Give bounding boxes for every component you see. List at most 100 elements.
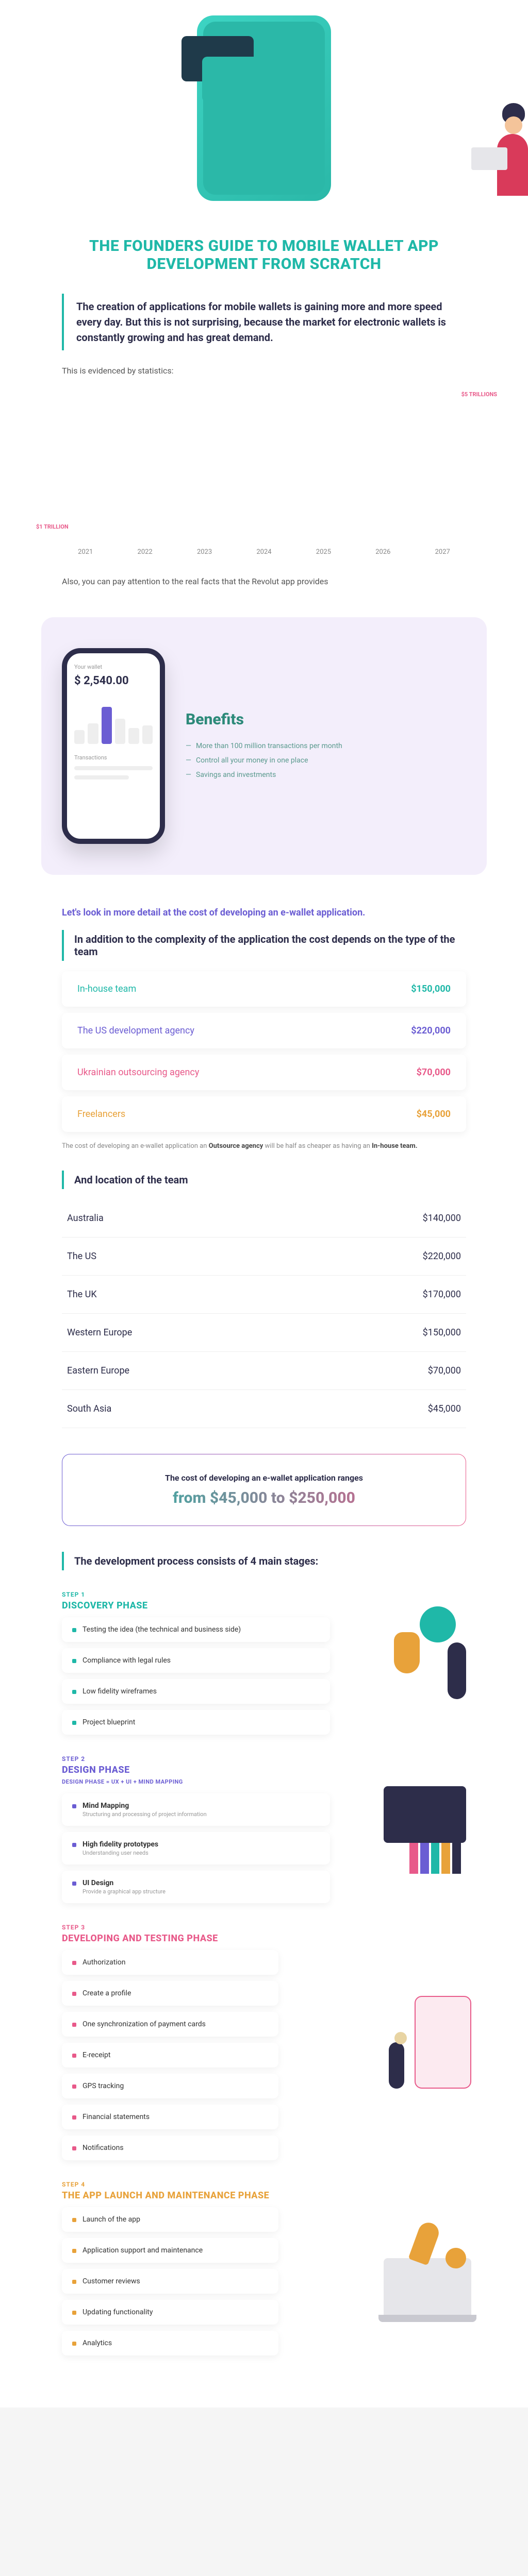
cost-label: Ukrainian outsourcing agency (77, 1067, 199, 1078)
cost-row: The US development agency $220,000 (62, 1013, 466, 1048)
intro-block: The creation of applications for mobile … (62, 294, 466, 350)
location-head: And location of the team (62, 1171, 466, 1189)
loc-row: The US $220,000 (62, 1238, 466, 1276)
stage-discovery: STEP 1 DISCOVERY PHASE Testing the idea … (62, 1591, 466, 1735)
bar-year: 2027 (435, 548, 450, 556)
cost-price: $70,000 (417, 1067, 451, 1078)
team-costs: In-house team $150,000 The US development … (0, 971, 528, 1132)
infographic-page: THE FOUNDERS GUIDE TO MOBILE WALLET APP … (0, 0, 528, 2408)
loc-label: South Asia (67, 1403, 111, 1414)
develop-illustration (342, 1996, 476, 2099)
step-item: Testing the idea (the technical and busi… (62, 1617, 330, 1642)
loc-row: South Asia $45,000 (62, 1390, 466, 1428)
step-item: Application support and maintenance (62, 2238, 278, 2263)
phone-balance: $ 2,540.00 (74, 674, 153, 687)
loc-label: Western Europe (67, 1327, 132, 1338)
step-item: Create a profile (62, 1981, 278, 2006)
loc-label: The US (67, 1251, 96, 1262)
loc-price: $220,000 (423, 1251, 461, 1262)
loc-price: $45,000 (428, 1403, 461, 1414)
stage-design: STEP 2 DESIGN PHASE DESIGN PHASE = UX + … (62, 1755, 466, 1903)
loc-price: $150,000 (423, 1327, 461, 1338)
hero-illustration (0, 0, 528, 216)
bar-year: 2023 (197, 548, 212, 556)
design-illustration (342, 1766, 476, 1869)
cost-price: $45,000 (417, 1109, 451, 1120)
step-item: Updating functionality (62, 2300, 278, 2325)
step-item: Customer reviews (62, 2269, 278, 2294)
range-line1: The cost of developing an e-wallet appli… (81, 1473, 447, 1483)
bar: 2023 (181, 541, 228, 556)
step-label: STEP 3 (62, 1924, 466, 1931)
loc-row: Eastern Europe $70,000 (62, 1352, 466, 1390)
step-item: One synchronization of payment cards (62, 2012, 278, 2037)
benefits-title: Benefits (186, 710, 342, 728)
step-title: DEVELOPING AND TESTING PHASE (62, 1933, 466, 1944)
cost-depends-head: In addition to the complexity of the app… (62, 930, 466, 961)
bar: 2024 (240, 541, 287, 556)
loc-label: The UK (67, 1289, 97, 1300)
process-head: The development process consists of 4 ma… (62, 1552, 466, 1570)
bar: 2027 (419, 541, 466, 556)
cost-price: $150,000 (411, 984, 451, 994)
cost-row: Ukrainian outsourcing agency $70,000 (62, 1055, 466, 1090)
step-item: Compliance with legal rules (62, 1648, 330, 1673)
step-item: Analytics (62, 2331, 278, 2355)
cost-label: Freelancers (77, 1109, 125, 1120)
benefit-item: Control all your money in one place (186, 753, 342, 768)
phone-illustration (197, 15, 331, 201)
step-label: STEP 1 (62, 1591, 466, 1598)
step-item: GPS tracking (62, 2074, 278, 2098)
cost-price: $220,000 (411, 1025, 451, 1036)
step-item: UI DesignProvide a graphical app structu… (62, 1871, 330, 1903)
bar-year: 2025 (316, 548, 331, 556)
phone-tx-label: Transactions (74, 754, 153, 761)
step-label: STEP 4 (62, 2181, 466, 2188)
range-line2: from $45,000 to $250,000 (81, 1489, 447, 1507)
bar-year: 2021 (78, 548, 93, 556)
chart-max-label: $5 TRILLIONS (461, 391, 497, 398)
cost-label: In-house team (77, 984, 136, 994)
stat-intro: This is evidenced by statistics: (0, 366, 528, 376)
bar: 2021 (62, 541, 109, 556)
cost-row: In-house team $150,000 (62, 971, 466, 1007)
chart-min-label: $1 TRILLION (36, 523, 69, 530)
step-item: Notifications (62, 2136, 278, 2160)
step-item: Authorization (62, 1950, 278, 1975)
bar-year: 2022 (138, 548, 153, 556)
benefit-item: Savings and investments (186, 768, 342, 782)
stage-develop: STEP 3 DEVELOPING AND TESTING PHASE Auth… (62, 1924, 466, 2160)
bar: 2022 (121, 541, 168, 556)
loc-row: The UK $170,000 (62, 1276, 466, 1314)
card-illustration (202, 57, 274, 102)
step-item: Low fidelity wireframes (62, 1679, 330, 1704)
cost-subhead: Let's look in more detail at the cost of… (62, 906, 466, 920)
step-item: Project blueprint (62, 1710, 330, 1735)
loc-label: Eastern Europe (67, 1365, 129, 1376)
loc-price: $170,000 (423, 1289, 461, 1300)
phone-header: Your wallet (74, 664, 153, 670)
loc-price: $70,000 (428, 1365, 461, 1376)
benefits-panel: Your wallet $ 2,540.00 Transactions Bene… (41, 617, 487, 875)
cost-label: The US development agency (77, 1025, 194, 1036)
person-illustration (476, 82, 528, 196)
step-item: Mind MappingStructuring and processing o… (62, 1793, 330, 1826)
step-item: E-receipt (62, 2043, 278, 2067)
step-label: STEP 2 (62, 1755, 466, 1762)
revolut-line: Also, you can pay attention to the real … (0, 577, 528, 586)
phone-mock: Your wallet $ 2,540.00 Transactions (62, 648, 165, 844)
phone-bars (74, 698, 153, 744)
loc-label: Australia (67, 1213, 104, 1224)
stage-launch: STEP 4 THE APP LAUNCH AND MAINTENANCE PH… (62, 2181, 466, 2366)
location-costs: Australia$140,000The US$220,000The UK$17… (0, 1199, 528, 1428)
step-item: Financial statements (62, 2105, 278, 2129)
step-item: High fidelity prototypesUnderstanding us… (62, 1832, 330, 1865)
bar-year: 2026 (375, 548, 390, 556)
bar: 2026 (359, 541, 406, 556)
step-title: THE APP LAUNCH AND MAINTENANCE PHASE (62, 2190, 466, 2201)
market-growth-chart: $1 TRILLION $5 TRILLIONS 2021 2022 2023 … (62, 401, 466, 556)
step-item: Launch of the app (62, 2207, 278, 2232)
page-footer (0, 2387, 528, 2408)
discovery-illustration (342, 1601, 476, 1704)
benefits-list: Benefits More than 100 million transacti… (186, 710, 342, 782)
